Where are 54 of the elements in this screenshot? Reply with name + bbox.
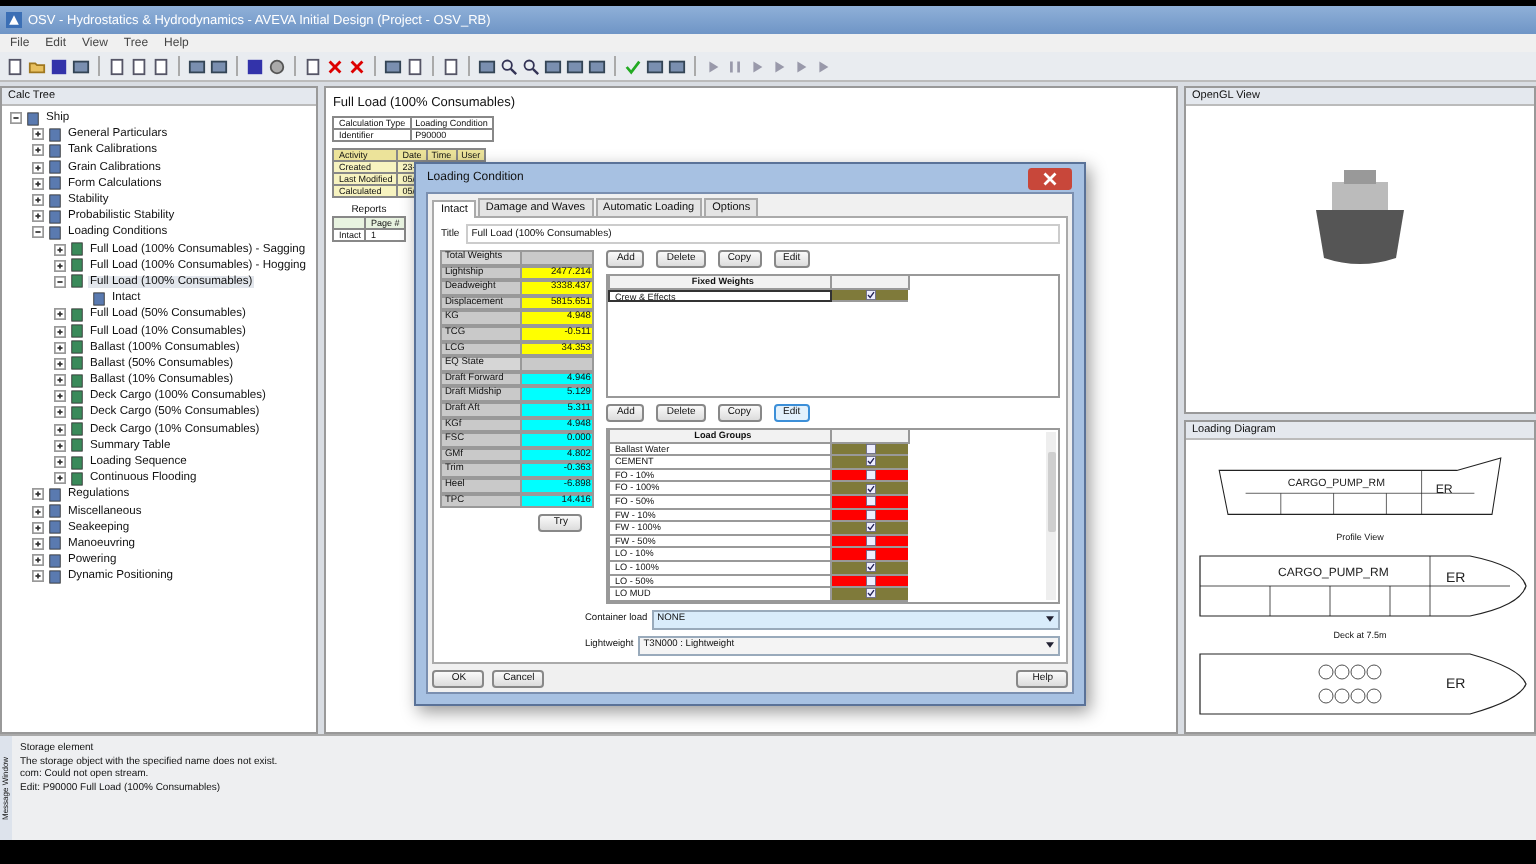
expander-icon[interactable] xyxy=(54,341,66,354)
table-cell xyxy=(522,250,595,266)
close-icon[interactable] xyxy=(1026,167,1075,189)
caret-icon xyxy=(1046,642,1055,649)
expander-icon[interactable] xyxy=(54,439,66,452)
expander-icon[interactable] xyxy=(54,390,66,403)
expander-icon[interactable] xyxy=(54,406,66,419)
checkbox[interactable] xyxy=(865,470,876,481)
delete-icon[interactable] xyxy=(326,57,344,75)
expander-icon[interactable] xyxy=(54,357,66,370)
checkbox[interactable] xyxy=(865,549,876,560)
app-icon xyxy=(6,12,22,28)
checkbox[interactable] xyxy=(865,496,876,507)
magnifier-icon[interactable] xyxy=(522,57,540,75)
expander-icon[interactable] xyxy=(32,505,44,518)
checkbox[interactable] xyxy=(865,289,876,300)
checkbox[interactable] xyxy=(865,443,876,454)
expander-icon[interactable] xyxy=(32,210,44,223)
expander-icon[interactable] xyxy=(32,537,44,550)
checkbox[interactable] xyxy=(865,536,876,547)
scrollbar[interactable] xyxy=(1046,432,1057,600)
expander-icon[interactable] xyxy=(10,112,22,125)
expander-icon[interactable] xyxy=(32,570,44,583)
checkbox[interactable] xyxy=(865,588,876,599)
expander-icon[interactable] xyxy=(32,177,44,190)
expander-icon[interactable] xyxy=(32,488,44,501)
checkbox[interactable] xyxy=(865,562,876,573)
table-cell xyxy=(522,356,595,372)
checkbox[interactable] xyxy=(865,575,876,586)
expander-icon[interactable] xyxy=(32,128,44,141)
checkbox[interactable] xyxy=(865,522,876,533)
checkbox[interactable] xyxy=(865,509,876,520)
check-icon[interactable] xyxy=(624,57,642,75)
magnifier-icon[interactable] xyxy=(500,57,518,75)
checkbox[interactable] xyxy=(865,483,876,494)
expander-icon[interactable] xyxy=(32,144,44,157)
expander-icon[interactable] xyxy=(32,161,44,174)
circle-icon[interactable] xyxy=(268,57,286,75)
expander-icon[interactable] xyxy=(54,325,66,338)
expander-icon[interactable] xyxy=(54,275,66,288)
expander-icon[interactable] xyxy=(54,243,66,256)
expander-icon[interactable] xyxy=(32,226,44,239)
delete-icon[interactable] xyxy=(348,57,366,75)
expander-icon[interactable] xyxy=(54,423,66,436)
caret-icon xyxy=(1046,616,1055,623)
expander-icon[interactable] xyxy=(54,308,66,321)
expander-icon[interactable] xyxy=(54,374,66,387)
checkbox[interactable] xyxy=(865,456,876,467)
expander-icon[interactable] xyxy=(32,194,44,207)
expander-icon[interactable] xyxy=(32,554,44,567)
expander-icon[interactable] xyxy=(54,472,66,485)
expander-icon[interactable] xyxy=(54,259,66,272)
expander-icon[interactable] xyxy=(54,456,66,469)
expander-icon[interactable] xyxy=(32,521,44,534)
